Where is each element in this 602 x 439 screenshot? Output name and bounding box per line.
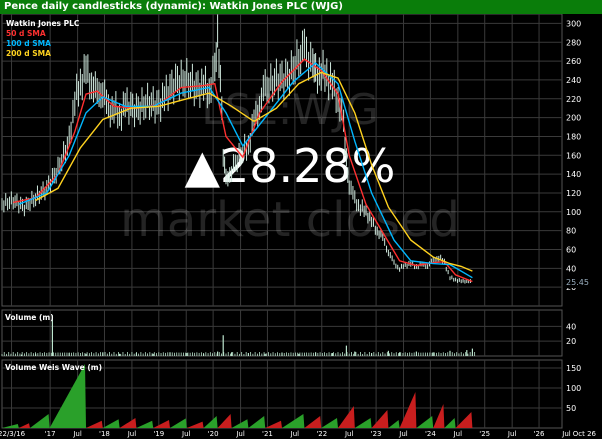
- weis-wave: [186, 421, 204, 428]
- price-tick-label: 280: [566, 38, 581, 47]
- x-tick-label: '24: [425, 430, 436, 438]
- weis-tick-label: 50: [566, 404, 576, 413]
- chart-title: Pence daily candlesticks (dynamic): Watk…: [0, 0, 602, 14]
- weis-wave: [217, 414, 232, 428]
- x-tick-label: '20: [208, 430, 219, 438]
- weis-wave: [136, 420, 154, 428]
- x-tick-label: Jul: [507, 430, 517, 438]
- watermark-status: market closed: [120, 192, 460, 248]
- weis-wave: [388, 420, 400, 428]
- price-tick-label: 140: [566, 170, 581, 179]
- price-tick-label: 160: [566, 151, 581, 160]
- price-tick-label: 100: [566, 208, 581, 217]
- weis-wave: [170, 418, 187, 428]
- legend-item: Watkin Jones PLC: [6, 19, 80, 28]
- weis-wave: [49, 364, 86, 428]
- price-tick-label: 220: [566, 95, 581, 104]
- x-tick-label: '18: [99, 430, 110, 438]
- weis-wave: [231, 419, 249, 428]
- chart-canvas[interactable]: 20 40 60 80 100 120 140 160 180 200 220 240 260 280 30…: [0, 14, 602, 439]
- x-tick-label: Jul: [561, 430, 571, 438]
- weis-wave: [153, 420, 170, 428]
- weis-wave: [354, 418, 372, 428]
- legend-item: 100 d SMA: [6, 39, 51, 48]
- weis-tick-label: 100: [566, 384, 581, 393]
- weis-wave: [248, 416, 266, 428]
- x-tick-label: '22: [316, 430, 327, 438]
- x-tick-label: '23: [371, 430, 382, 438]
- weis-wave: [86, 420, 103, 428]
- x-tick-label: Jul: [344, 430, 354, 438]
- x-tick-label: Jul: [127, 430, 137, 438]
- x-tick-label: 22/3/16: [0, 430, 26, 438]
- x-tick-label: Jul: [181, 430, 191, 438]
- price-tick-label: 40: [566, 264, 576, 273]
- x-tick-label: Jul: [398, 430, 408, 438]
- volume-panel-label: Volume (m): [5, 313, 54, 322]
- weis-wave: [102, 419, 120, 428]
- weis-tick-label: 150: [566, 364, 581, 373]
- x-tick-label: '21: [262, 430, 273, 438]
- weis-wave: [30, 414, 50, 428]
- price-tick-label: 120: [566, 189, 581, 198]
- weis-wave: [2, 424, 19, 428]
- price-tick-label: 80: [566, 227, 576, 236]
- last-price-tag: 25.45: [566, 278, 589, 287]
- weis-wave: [119, 418, 137, 428]
- x-tick-label: Oct 26: [573, 430, 597, 438]
- x-tick-label: '26: [534, 430, 545, 438]
- watermark-change: ▲28.28%: [185, 139, 396, 193]
- volume-tick-label: 40: [566, 322, 576, 331]
- weis-wave: [416, 416, 434, 428]
- weis-wave: [444, 418, 456, 428]
- x-tick-label: '19: [153, 430, 164, 438]
- weis-wave: [18, 423, 30, 428]
- price-tick-label: 300: [566, 19, 581, 28]
- legend-item: 50 d SMA: [6, 29, 46, 38]
- x-tick-label: Jul: [72, 430, 82, 438]
- panel-frame-vol: [1, 309, 563, 357]
- x-tick-label: Jul: [453, 430, 463, 438]
- x-tick-label: Jul: [235, 430, 245, 438]
- price-tick-label: 260: [566, 57, 581, 66]
- volume-tick-label: 20: [566, 337, 576, 346]
- x-tick-label: '25: [479, 430, 490, 438]
- weis-wave: [282, 414, 305, 428]
- weis-panel-label: Volume Weis Wave (m): [5, 363, 102, 372]
- weis-wave: [338, 406, 355, 428]
- weis-wave: [371, 410, 389, 428]
- price-tick-label: 180: [566, 132, 581, 141]
- price-tick-label: 240: [566, 76, 581, 85]
- x-tick-label: '17: [45, 430, 56, 438]
- legend-item: 200 d SMA: [6, 49, 51, 58]
- weis-wave: [321, 418, 338, 428]
- price-tick-label: 60: [566, 245, 576, 254]
- weis-wave: [203, 416, 218, 428]
- weis-wave: [304, 416, 322, 428]
- weis-wave: [399, 392, 417, 428]
- x-tick-label: Jul: [290, 430, 300, 438]
- price-tick-label: 200: [566, 114, 581, 123]
